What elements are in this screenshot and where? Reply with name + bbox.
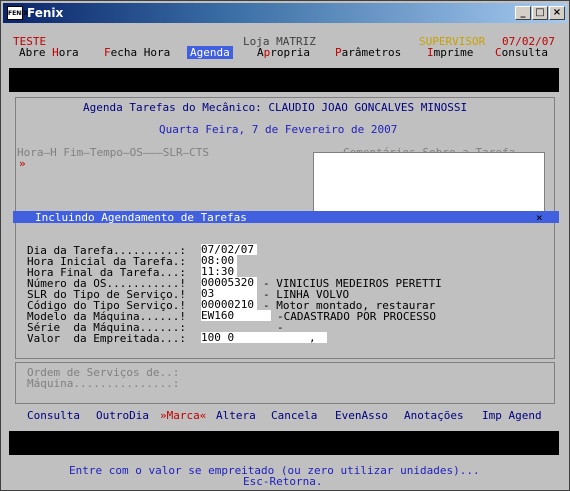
field-label-valor: Valor da Empreitada...: (27, 332, 186, 345)
terminal-area: TESTE Loja MATRIZ SUPERVISOR 07/02/07 Ab… (5, 25, 565, 489)
field-modelo-input[interactable]: EW160 (201, 310, 271, 321)
dialog-close-icon[interactable]: × (536, 211, 543, 224)
bottom-menu-evenasso[interactable]: EvenAsso (335, 409, 388, 422)
minimize-button[interactable]: _ (515, 6, 531, 20)
menu-imprime[interactable]: Imprime (427, 46, 473, 59)
menu-abre-hora[interactable]: Abre Hora (19, 46, 79, 59)
bottom-black-bar (9, 431, 559, 455)
menu-fecha-hora[interactable]: Fecha Hora (104, 46, 170, 59)
field-valor-input[interactable]: 100 0, (201, 332, 327, 343)
agenda-columns: Hora—H Fim—Tempo—OS———SLR—CTS (17, 146, 210, 159)
bottom-menu-marca[interactable]: »Marca« (160, 409, 206, 422)
bottom-menu-altera[interactable]: Altera (216, 409, 256, 422)
comments-box[interactable] (313, 152, 545, 212)
top-black-bar (9, 68, 559, 92)
maquina-label: Máquina...............: (27, 377, 180, 390)
menu-consulta[interactable]: Consulta (495, 46, 548, 59)
app-icon: FENIX (7, 6, 28, 20)
bottom-menu-consulta[interactable]: Consulta (27, 409, 80, 422)
title-bar: FENIX Fenix _ □ × (3, 3, 567, 23)
field-modelo-desc: -CADASTRADO POR PROCESSO (277, 310, 436, 323)
agenda-date: Quarta Feira, 7 de Fevereiro de 2007 (159, 123, 398, 136)
app-window: FENIX Fenix _ □ × TESTE Loja MATRIZ SUPE… (0, 0, 570, 491)
window-title: Fenix (27, 6, 64, 20)
bottom-menu-anotacoes[interactable]: Anotações (404, 409, 464, 422)
maximize-button[interactable]: □ (532, 6, 548, 20)
bottom-menu-cancela[interactable]: Cancela (271, 409, 317, 422)
dialog-title: Incluindo Agendamento de Tarefas (35, 211, 247, 224)
close-window-button[interactable]: × (549, 6, 565, 20)
bottom-menu-imp-agend[interactable]: Imp Agend (482, 409, 542, 422)
bottom-menu-outrodia[interactable]: OutroDia (96, 409, 149, 422)
menu-parametros[interactable]: Parâmetros (335, 46, 401, 59)
menu-agenda[interactable]: Agenda (187, 46, 233, 59)
row-marker: » (19, 157, 26, 170)
status-escape: Esc-Retorna. (243, 475, 323, 488)
agenda-heading: Agenda Tarefas do Mecânico: CLAUDIO JOAO… (83, 101, 468, 114)
menu-apropria[interactable]: Apropria (257, 46, 310, 59)
